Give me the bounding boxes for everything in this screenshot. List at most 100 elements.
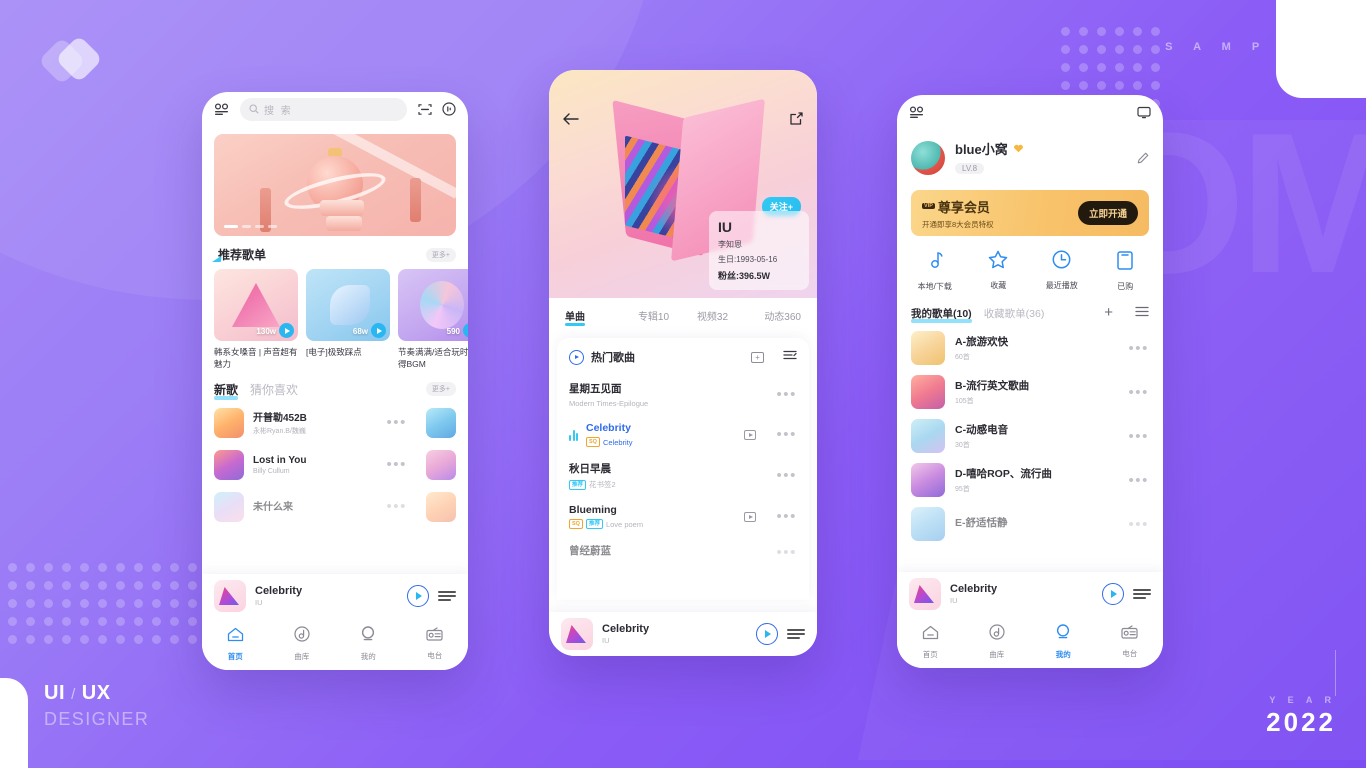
menu-icon[interactable]: [909, 105, 924, 119]
more-options-icon[interactable]: •••: [1128, 472, 1149, 489]
hot-song-item[interactable]: 星期五见面 Modern Times-Epilogue •••: [557, 374, 809, 415]
video-icon[interactable]: [744, 511, 757, 522]
tabbar-item-music-note[interactable]: 曲库: [964, 624, 1031, 660]
more-options-icon[interactable]: •••: [776, 426, 797, 443]
edit-pencil-icon[interactable]: [1137, 152, 1149, 164]
play-icon[interactable]: [371, 323, 386, 338]
artist-tab-label: 动态360: [764, 312, 801, 323]
share-icon[interactable]: [790, 112, 803, 130]
artist-tab[interactable]: 专辑10: [624, 308, 683, 323]
quick-action-clock[interactable]: 最近播放: [1030, 250, 1094, 292]
playlist-item[interactable]: C-动感电音 30首 •••: [897, 414, 1163, 458]
video-icon[interactable]: [744, 429, 757, 440]
scan-icon[interactable]: [418, 103, 432, 116]
more-options-icon[interactable]: •••: [1128, 340, 1149, 357]
tabbar-item-home[interactable]: 首页: [897, 625, 964, 660]
play-icon[interactable]: [279, 323, 294, 338]
playlist-item[interactable]: E-舒适恬静 •••: [897, 502, 1163, 546]
play-icon[interactable]: [463, 323, 468, 338]
song-artwork: [214, 449, 244, 480]
queue-icon[interactable]: [438, 591, 456, 601]
tabbar-item-home[interactable]: 首页: [202, 627, 269, 662]
more-options-icon[interactable]: •••: [1128, 428, 1149, 445]
tabbar-item-radio[interactable]: 电台: [1097, 625, 1164, 659]
play-button[interactable]: [1102, 583, 1124, 605]
song-list-item[interactable]: 未什么来 •••: [202, 486, 468, 528]
artist-tab[interactable]: 动态360: [742, 308, 801, 323]
hot-song-item[interactable]: Blueming SQ 推荐 Love poem •••: [557, 497, 809, 536]
hot-song-item[interactable]: 曾经蔚蓝 •••: [557, 536, 809, 568]
playlist-item[interactable]: D-嘻哈ROP、流行曲 95首 •••: [897, 458, 1163, 502]
tab-for-you[interactable]: 猜你喜欢: [250, 381, 414, 398]
back-arrow-icon[interactable]: [563, 112, 579, 130]
recommend-card[interactable]: 130w 韩系女嗓音 | 声音超有魅力: [214, 269, 298, 371]
newsong-more-button[interactable]: 更多+: [425, 382, 456, 397]
play-button[interactable]: [756, 623, 778, 645]
quick-action-bag[interactable]: 已购: [1094, 250, 1158, 292]
mini-player-bar[interactable]: Celebrity IU: [897, 572, 1163, 616]
sort-icon[interactable]: [783, 348, 797, 366]
more-options-icon[interactable]: •••: [1128, 516, 1149, 533]
tabbar-item-person[interactable]: 我的: [335, 626, 402, 662]
more-options-icon[interactable]: •••: [776, 467, 797, 484]
recommend-card[interactable]: 68w [电子]极致踩点: [306, 269, 390, 371]
playlist-list: A-旅游欢快 60首 ••• B-流行英文歌曲 105首 ••• C-动感电音 30首 ••• D…: [897, 326, 1163, 546]
song-list-item[interactable]: 开普勒452B 永彬Ryan.B/魏巍 •••: [202, 402, 468, 444]
artist-tab[interactable]: 单曲: [565, 308, 624, 326]
playlist-item[interactable]: B-流行英文歌曲 105首 •••: [897, 370, 1163, 414]
more-options-icon[interactable]: •••: [386, 498, 407, 515]
queue-icon[interactable]: [787, 629, 805, 639]
vip-banner[interactable]: VIP 尊享会员 开通即享8大会员特权 立即开通: [911, 190, 1149, 236]
bottom-tabbar[interactable]: 首页 曲库 我的 电台: [897, 616, 1163, 668]
playlist-item[interactable]: A-旅游欢快 60首 •••: [897, 326, 1163, 370]
hot-song-item[interactable]: 秋日早晨 推荐 花书签2 •••: [557, 454, 809, 497]
song-side-artwork[interactable]: [426, 449, 456, 480]
hot-songs-header: 热门歌曲: [557, 338, 809, 374]
tab-new-songs[interactable]: 新歌: [214, 381, 239, 400]
bottom-tabbar[interactable]: 首页 曲库 我的 电台: [202, 618, 468, 670]
quick-action-music-note[interactable]: 本地/下载: [903, 250, 967, 292]
more-options-icon[interactable]: •••: [1128, 384, 1149, 401]
more-options-icon[interactable]: •••: [776, 508, 797, 525]
more-options-icon[interactable]: •••: [386, 456, 407, 473]
avatar[interactable]: [911, 140, 945, 175]
more-options-icon[interactable]: •••: [386, 414, 407, 431]
artist-tab[interactable]: 视频32: [683, 308, 742, 323]
person-icon: [360, 626, 376, 647]
corner-white-bottom-left: [0, 678, 28, 768]
menu-icon[interactable]: [214, 102, 229, 116]
profile-quick-actions[interactable]: 本地/下载 收藏 最近播放 已购: [897, 236, 1163, 298]
recommend-card[interactable]: 590 节奏满满/适合玩时听得BGM: [398, 269, 468, 371]
recommend-card-list[interactable]: 130w 韩系女嗓音 | 声音超有魅力 68w [电子]极致踩点 590 节奏满满/适合玩…: [202, 269, 468, 371]
song-side-artwork[interactable]: [426, 491, 456, 522]
artist-info-card: IU 李知恩 生日:1993-05-16 粉丝:396.5W: [709, 211, 809, 290]
tab-collected-playlists[interactable]: 收藏歌单(36): [984, 306, 1093, 321]
hot-song-item[interactable]: Celebrity SQ Celebrity •••: [557, 415, 809, 454]
play-button[interactable]: [407, 585, 429, 607]
plus-icon[interactable]: +: [1104, 305, 1113, 320]
more-options-icon[interactable]: •••: [776, 544, 797, 561]
home-banner[interactable]: [214, 134, 456, 236]
more-options-icon[interactable]: •••: [776, 386, 797, 403]
play-all-icon[interactable]: [569, 349, 584, 365]
search-input[interactable]: 搜 索: [240, 97, 407, 121]
artist-tabs[interactable]: 单曲 专辑10 视频32 动态360: [549, 298, 817, 331]
artist-name: IU: [718, 219, 732, 235]
recommend-more-button[interactable]: 更多+: [425, 247, 456, 262]
song-side-artwork[interactable]: [426, 407, 456, 438]
list-icon[interactable]: [1135, 304, 1149, 322]
quick-action-star[interactable]: 收藏: [967, 250, 1031, 292]
add-all-icon[interactable]: [751, 351, 764, 363]
sound-icon[interactable]: [442, 102, 456, 116]
message-icon[interactable]: [1137, 106, 1151, 119]
song-list-item[interactable]: Lost in You Billy Cullum •••: [202, 444, 468, 486]
mini-player-bar[interactable]: Celebrity IU: [202, 574, 468, 618]
vip-activate-button[interactable]: 立即开通: [1077, 201, 1138, 225]
tabbar-item-music-note[interactable]: 曲库: [269, 626, 336, 662]
tabbar-item-person[interactable]: 我的: [1030, 624, 1097, 660]
tabbar-item-radio[interactable]: 电台: [402, 627, 469, 661]
mini-player-bar[interactable]: Celebrity IU: [549, 612, 817, 656]
tab-my-playlists[interactable]: 我的歌单(10): [911, 306, 972, 323]
queue-icon[interactable]: [1133, 589, 1151, 599]
profile-user-block[interactable]: blue小窝 LV.8: [897, 129, 1163, 180]
